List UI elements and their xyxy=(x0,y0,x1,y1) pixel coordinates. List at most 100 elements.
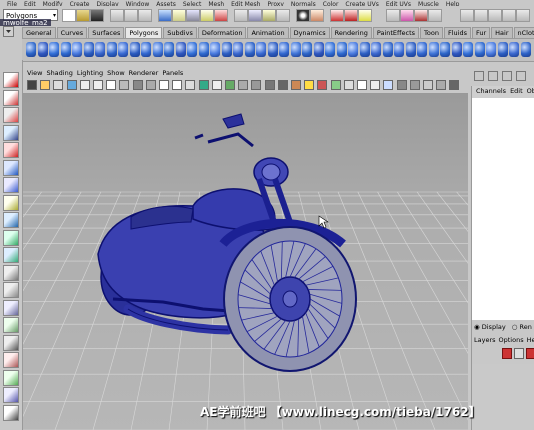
poly-sphere-icon[interactable] xyxy=(26,42,36,57)
merge-icon[interactable] xyxy=(359,42,370,57)
shelf-tab-subdivs[interactable]: Subdivs xyxy=(163,27,197,38)
display-radio[interactable]: ◉ xyxy=(474,323,480,331)
new-scene-icon[interactable] xyxy=(62,9,76,22)
tool-settings-toggle-icon[interactable] xyxy=(502,71,512,81)
persp-hypershade-layout-icon[interactable] xyxy=(3,317,19,333)
new-layer-icon[interactable] xyxy=(502,348,512,359)
poly-pyramid-icon[interactable] xyxy=(106,42,117,57)
motion-blur-icon[interactable] xyxy=(383,80,394,90)
planar-map-icon[interactable] xyxy=(428,42,439,57)
show-hide-channel-box-icon[interactable] xyxy=(428,9,442,22)
safe-title-icon[interactable] xyxy=(185,80,196,90)
grid-icon[interactable] xyxy=(106,80,117,90)
collapse-icon[interactable] xyxy=(371,42,381,57)
two-d-pan-zoom-icon[interactable] xyxy=(79,80,90,90)
grease-pencil-icon[interactable] xyxy=(93,80,103,90)
lasso-tool-icon[interactable] xyxy=(3,89,19,106)
outliner-layout-icon[interactable] xyxy=(3,334,19,351)
bridge-icon[interactable] xyxy=(325,42,335,57)
channel-box-toggle-icon[interactable] xyxy=(474,71,484,81)
create-polygon-icon[interactable] xyxy=(302,42,312,57)
append-polygon-icon[interactable] xyxy=(290,42,301,57)
normalize-icon[interactable] xyxy=(474,42,485,57)
select-object-icon[interactable] xyxy=(124,9,138,22)
last-tool-icon[interactable] xyxy=(3,212,19,228)
camera-attributes-icon[interactable] xyxy=(40,80,51,90)
texture-placement-icon[interactable] xyxy=(449,80,460,90)
wireframe-icon[interactable] xyxy=(198,80,209,90)
layer-menu-options[interactable]: Options xyxy=(499,336,524,344)
resolution-gate-icon[interactable] xyxy=(132,80,143,90)
bevel-icon[interactable] xyxy=(336,42,347,57)
panel-menu-lighting[interactable]: Lighting xyxy=(77,68,103,78)
snap-point-icon[interactable] xyxy=(262,9,276,22)
shelf-tab-curves[interactable]: Curves xyxy=(56,27,88,38)
smooth-wireframe-icon[interactable] xyxy=(225,80,235,90)
graph-editor-layout-icon[interactable] xyxy=(3,352,19,368)
isolate-select-icon[interactable] xyxy=(343,80,354,90)
poly-prism-icon[interactable] xyxy=(95,42,105,57)
shelf-tab-general[interactable]: General xyxy=(22,27,56,38)
soft-mod-tool-icon[interactable] xyxy=(3,194,19,211)
paint-select-tool-icon[interactable] xyxy=(3,107,19,123)
shelf-tab-polygons[interactable]: Polygons xyxy=(125,27,163,38)
layer-menu-layers[interactable]: Layers xyxy=(474,336,496,344)
film-gate-icon[interactable] xyxy=(119,80,130,90)
script-editor-layout-icon[interactable] xyxy=(3,404,19,421)
uv-editor-icon[interactable] xyxy=(417,42,427,57)
offset-edge-loop-icon[interactable] xyxy=(279,42,289,57)
panel-menu-view[interactable]: View xyxy=(27,68,42,78)
poly-helix-icon[interactable] xyxy=(129,42,140,57)
manipulator-tool-icon[interactable] xyxy=(3,177,19,193)
automatic-map-icon[interactable] xyxy=(463,42,473,57)
attribute-editor-toggle-icon[interactable] xyxy=(488,71,498,81)
shelf-options-icon[interactable] xyxy=(3,26,14,37)
frame-all-icon[interactable] xyxy=(436,80,447,90)
shelf-tab-painteffects[interactable]: PaintEffects xyxy=(372,27,420,38)
shelf-tab-dynamics[interactable]: Dynamics xyxy=(289,27,330,38)
boolean-intersection-icon[interactable] xyxy=(233,42,243,57)
xray-icon[interactable] xyxy=(251,80,262,90)
shelf-tab-surfaces[interactable]: Surfaces xyxy=(88,27,125,38)
separate-icon[interactable] xyxy=(175,42,186,57)
input-output-icon[interactable] xyxy=(310,9,324,22)
panel-menu-shading[interactable]: Shading xyxy=(46,68,72,78)
cylindrical-map-icon[interactable] xyxy=(440,42,450,57)
poly-cone-icon[interactable] xyxy=(60,42,71,57)
channel-menu-obj[interactable]: Obj xyxy=(527,87,534,95)
show-hide-tool-settings-icon[interactable] xyxy=(414,9,428,22)
image-plane-icon[interactable] xyxy=(66,80,77,90)
high-quality-icon[interactable] xyxy=(330,80,341,90)
new-layer-selected-icon[interactable] xyxy=(514,348,524,359)
pick-handles-icon[interactable] xyxy=(158,9,172,22)
pick-surfaces-icon[interactable] xyxy=(200,9,214,22)
layer-list[interactable] xyxy=(472,364,534,430)
dope-sheet-layout-icon[interactable] xyxy=(3,369,19,386)
show-hide-attribute-editor-icon[interactable] xyxy=(400,9,414,22)
use-default-material-icon[interactable] xyxy=(238,80,249,90)
shadows-icon[interactable] xyxy=(317,80,328,90)
safe-action-icon[interactable] xyxy=(172,80,183,90)
layer-options-icon[interactable] xyxy=(526,348,534,359)
four-view-layout-icon[interactable] xyxy=(3,247,19,263)
smooth-shade-all-icon[interactable] xyxy=(211,80,222,90)
select-camera-icon[interactable] xyxy=(27,80,37,90)
combine-icon[interactable] xyxy=(164,42,174,57)
single-perspective-layout-icon[interactable] xyxy=(3,229,19,246)
panel-layout-4-icon[interactable] xyxy=(502,9,516,22)
shelf-tab-deformation[interactable]: Deformation xyxy=(197,27,247,38)
use-all-lights-icon[interactable] xyxy=(304,80,315,90)
poly-cylinder-icon[interactable] xyxy=(49,42,59,57)
xray-joints-icon[interactable] xyxy=(264,80,275,90)
shelf-tab-fur[interactable]: Fur xyxy=(471,27,491,38)
panel-layout-3-icon[interactable] xyxy=(488,9,502,22)
smooth-icon[interactable] xyxy=(198,42,209,57)
snap-view-plane-icon[interactable] xyxy=(276,9,290,22)
ambient-occlusion-icon[interactable] xyxy=(370,80,381,90)
persp-outliner-layout-icon[interactable] xyxy=(3,264,19,281)
perspective-viewport[interactable] xyxy=(23,94,468,430)
shelf-tab-hair[interactable]: Hair xyxy=(491,27,513,38)
trax-editor-layout-icon[interactable] xyxy=(3,387,19,403)
save-scene-icon[interactable] xyxy=(90,9,104,22)
mirror-icon[interactable] xyxy=(244,42,255,57)
